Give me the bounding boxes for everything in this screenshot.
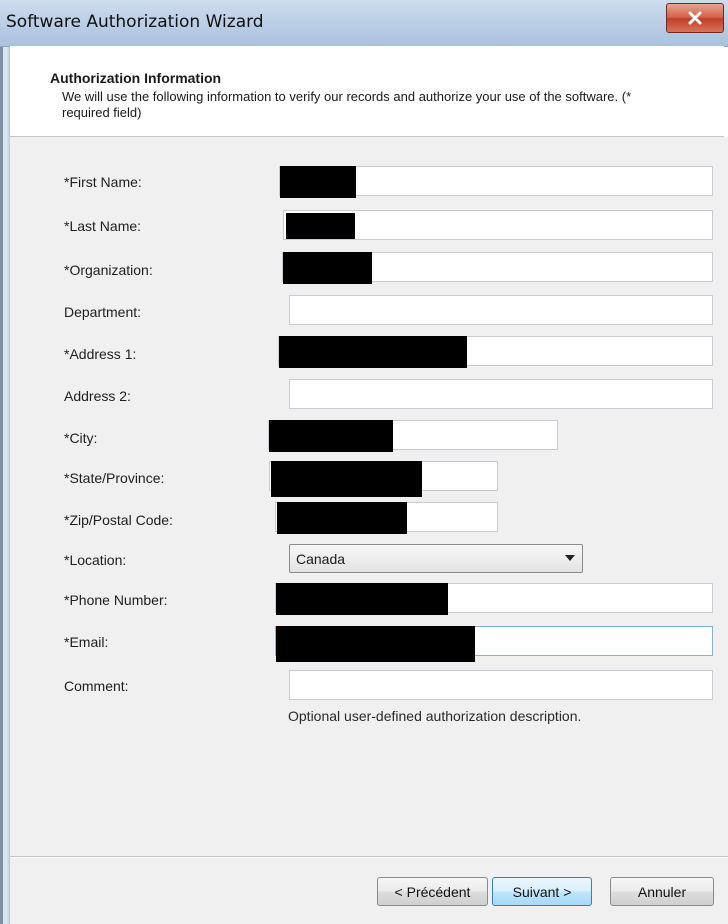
phone-number-input[interactable]: [275, 583, 713, 615]
redacted-value: [277, 502, 407, 534]
state-province-input[interactable]: [269, 461, 498, 497]
city-label: *City:: [64, 430, 98, 446]
redacted-value: [271, 461, 422, 497]
back-button[interactable]: < Précédent: [377, 877, 488, 906]
comment-help-text: Optional user-defined authorization desc…: [288, 708, 582, 724]
last-name-input[interactable]: [283, 210, 713, 240]
page-description: We will use the following information to…: [62, 89, 632, 120]
redacted-value: [283, 252, 372, 284]
address2-label: Address 2:: [64, 388, 131, 404]
page-title: Authorization Information: [50, 70, 222, 86]
address1-label: *Address 1:: [64, 346, 137, 362]
zip-postal-code-input[interactable]: [275, 502, 498, 534]
redacted-value: [276, 626, 475, 662]
state-province-label: *State/Province:: [64, 470, 165, 486]
address1-input[interactable]: [278, 336, 713, 368]
email-input[interactable]: [275, 626, 713, 662]
location-select[interactable]: Canada: [289, 544, 583, 573]
comment-input[interactable]: [289, 670, 713, 700]
zip-postal-code-label: *Zip/Postal Code:: [64, 512, 173, 528]
close-button[interactable]: [666, 3, 724, 33]
address2-input[interactable]: [289, 379, 713, 409]
redacted-value: [280, 166, 356, 198]
wizard-header: Authorization Information We will use th…: [10, 46, 724, 137]
next-button[interactable]: Suivant >: [492, 877, 592, 906]
redacted-value: [276, 583, 448, 615]
department-label: Department:: [64, 304, 142, 320]
first-name-input[interactable]: [279, 166, 713, 198]
city-input[interactable]: [268, 420, 558, 452]
location-selected-value: Canada: [296, 551, 346, 567]
redacted-value: [269, 420, 393, 452]
comment-label: Comment:: [64, 678, 129, 694]
organization-input[interactable]: [282, 252, 713, 284]
close-icon: [688, 11, 702, 25]
phone-number-label: *Phone Number:: [64, 592, 168, 608]
title-bar[interactable]: Software Authorization Wizard: [0, 0, 728, 47]
last-name-label: *Last Name:: [64, 218, 142, 234]
redacted-value: [279, 336, 467, 368]
first-name-label: *First Name:: [64, 174, 142, 190]
organization-label: *Organization:: [64, 262, 153, 278]
window-title: Software Authorization Wizard: [6, 12, 264, 32]
cancel-button[interactable]: Annuler: [610, 877, 714, 906]
window-frame-edge: [0, 0, 3, 924]
department-input[interactable]: [289, 295, 713, 325]
chevron-down-icon: [565, 555, 575, 561]
email-label: *Email:: [64, 634, 109, 650]
redacted-value: [286, 213, 355, 239]
location-label: *Location:: [64, 552, 127, 568]
